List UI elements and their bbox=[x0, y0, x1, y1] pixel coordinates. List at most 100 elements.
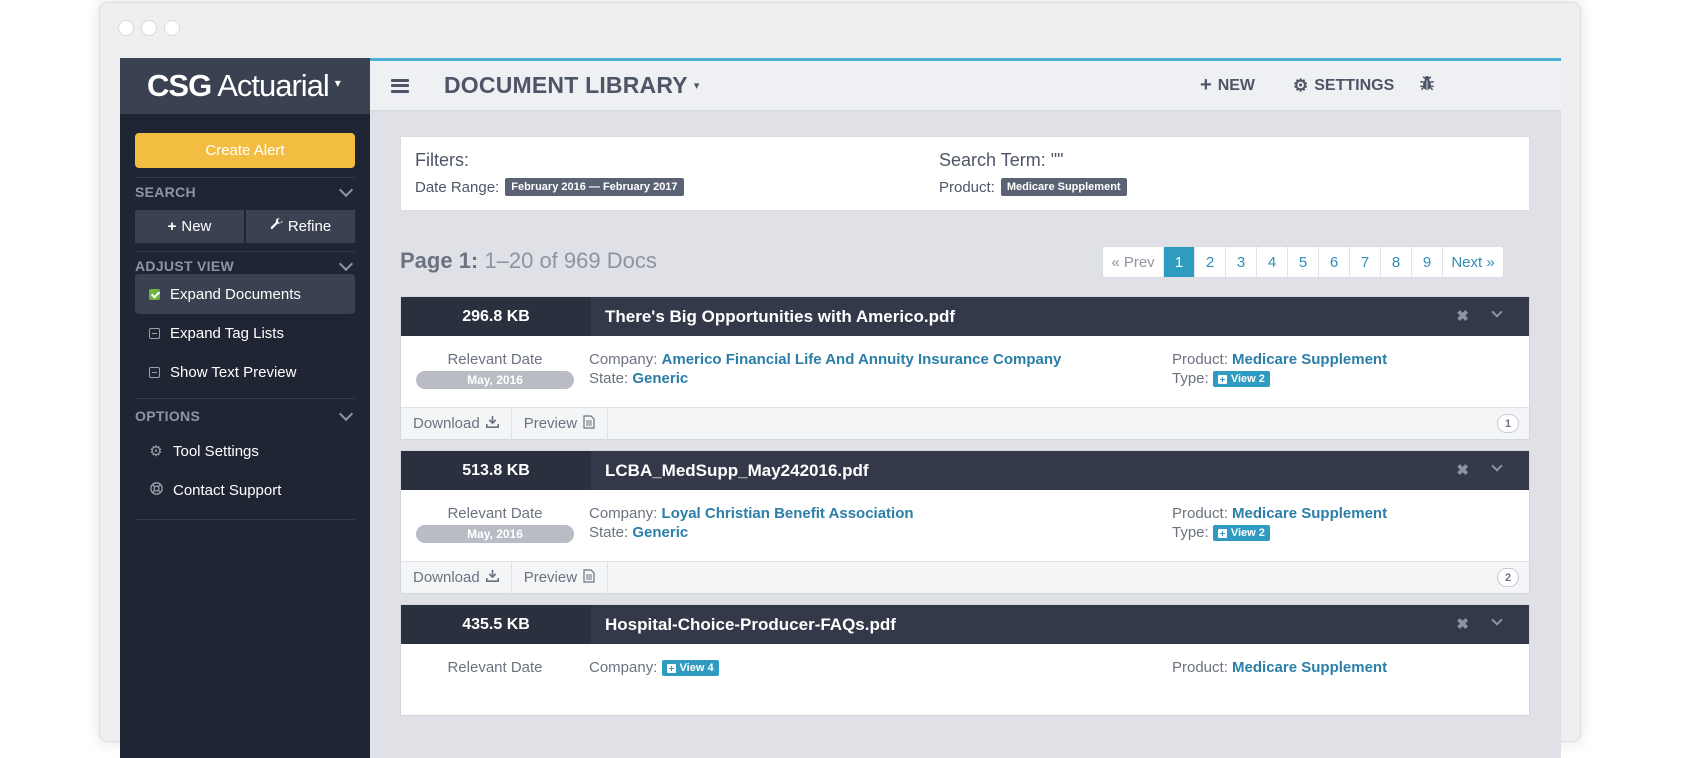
document-title[interactable]: LCBA_MedSupp_May242016.pdf bbox=[605, 461, 869, 481]
page-button-3[interactable]: 3 bbox=[1225, 247, 1256, 277]
download-button[interactable]: Download bbox=[401, 407, 512, 440]
page-button-2[interactable]: 2 bbox=[1194, 247, 1225, 277]
state-link[interactable]: Generic bbox=[632, 524, 688, 541]
download-icon bbox=[485, 569, 499, 586]
relevant-date: Relevant Date May, 2016 bbox=[416, 351, 574, 389]
download-button[interactable]: Download bbox=[401, 561, 512, 594]
brand-name-bold: CSG bbox=[147, 68, 212, 103]
next-page-button[interactable]: Next » bbox=[1442, 247, 1503, 277]
section-options-toggle[interactable]: OPTIONS bbox=[135, 406, 355, 426]
product-link[interactable]: Medicare Supplement bbox=[1232, 505, 1387, 522]
relevant-date: Relevant Date bbox=[416, 659, 574, 676]
bug-report-button[interactable] bbox=[1418, 74, 1436, 97]
date-range-tag[interactable]: February 2016 — February 2017 bbox=[505, 178, 684, 196]
type-tag-label: View 2 bbox=[1230, 527, 1265, 540]
contact-support-link[interactable]: Contact Support bbox=[135, 470, 355, 510]
company-link[interactable]: Loyal Christian Benefit Association bbox=[662, 505, 914, 522]
gear-icon: ⚙ bbox=[149, 443, 163, 460]
company-field: Company: Loyal Christian Benefit Associa… bbox=[589, 505, 914, 522]
plus-square-icon bbox=[666, 663, 676, 673]
product-tag[interactable]: Medicare Supplement bbox=[1000, 178, 1127, 196]
file-size: 513.8 KB bbox=[401, 451, 591, 490]
section-search-toggle[interactable]: SEARCH bbox=[135, 182, 355, 202]
chevron-down-icon[interactable] bbox=[1491, 614, 1503, 626]
document-title[interactable]: There's Big Opportunities with Americo.p… bbox=[605, 307, 955, 327]
option-show-text-preview[interactable]: Show Text Preview bbox=[135, 352, 355, 392]
caret-down-icon[interactable]: ▾ bbox=[694, 79, 700, 92]
prev-page-button[interactable]: « Prev bbox=[1103, 247, 1163, 277]
page-button-9[interactable]: 9 bbox=[1411, 247, 1442, 277]
divider bbox=[135, 177, 355, 178]
relevant-date-label: Relevant Date bbox=[447, 659, 543, 676]
type-expand-tag[interactable]: View 2 bbox=[1212, 371, 1270, 388]
state-field: State: Generic bbox=[589, 370, 688, 387]
file-size: 296.8 KB bbox=[401, 297, 591, 336]
close-icon[interactable]: ✖ bbox=[1456, 461, 1469, 479]
document-body: Relevant Date Company: View 4 Product: M… bbox=[401, 644, 1529, 715]
close-icon[interactable]: ✖ bbox=[1456, 307, 1469, 325]
section-heading: SEARCH bbox=[135, 184, 196, 200]
product-link[interactable]: Medicare Supplement bbox=[1232, 659, 1387, 676]
page-button-8[interactable]: 8 bbox=[1380, 247, 1411, 277]
date-range-label: Date Range: bbox=[415, 178, 500, 196]
settings-label: SETTINGS bbox=[1314, 76, 1395, 94]
new-search-label: New bbox=[181, 218, 212, 235]
brand-menu[interactable]: CSG Actuarial ▾ bbox=[120, 58, 370, 114]
new-document-label: NEW bbox=[1217, 76, 1256, 94]
company-field: Company: Americo Financial Life And Annu… bbox=[589, 351, 1061, 368]
preview-button[interactable]: Preview bbox=[512, 407, 609, 440]
close-icon[interactable]: ✖ bbox=[1456, 615, 1469, 633]
document-header: 296.8 KB There's Big Opportunities with … bbox=[401, 297, 1529, 336]
preview-button[interactable]: Preview bbox=[512, 561, 609, 594]
pagination: « Prev 1 2 3 4 5 6 7 8 9 Next » bbox=[1102, 246, 1504, 278]
page-button-1[interactable]: 1 bbox=[1163, 247, 1194, 277]
chevron-down-icon[interactable] bbox=[1491, 306, 1503, 318]
page-button-7[interactable]: 7 bbox=[1349, 247, 1380, 277]
option-expand-tag-lists[interactable]: Expand Tag Lists bbox=[135, 313, 355, 353]
company-link[interactable]: Americo Financial Life And Annuity Insur… bbox=[662, 351, 1062, 368]
download-label: Download bbox=[413, 569, 480, 586]
product-label: Product: bbox=[939, 178, 995, 196]
company-tag-label: View 4 bbox=[679, 662, 714, 675]
document-footer: Download Preview 2 bbox=[401, 561, 1529, 594]
company-field: Company: View 4 bbox=[589, 659, 719, 677]
preview-label: Preview bbox=[523, 415, 578, 432]
chevron-down-icon[interactable] bbox=[1491, 460, 1503, 472]
page-title[interactable]: DOCUMENT LIBRARY bbox=[444, 72, 688, 99]
company-label: Company: bbox=[589, 351, 658, 368]
settings-button[interactable]: ⚙ SETTINGS bbox=[1293, 76, 1394, 96]
app: CSG Actuarial ▾ Create Alert SEARCH + Ne… bbox=[120, 58, 1561, 758]
new-search-button[interactable]: + New bbox=[135, 210, 244, 243]
company-label: Company: bbox=[589, 659, 658, 676]
document-title[interactable]: Hospital-Choice-Producer-FAQs.pdf bbox=[605, 615, 896, 635]
create-alert-button[interactable]: Create Alert bbox=[135, 133, 355, 168]
type-field: Type: View 2 bbox=[1172, 370, 1270, 388]
product-field: Product: Medicare Supplement bbox=[1172, 351, 1387, 368]
window-close-dot[interactable] bbox=[118, 20, 134, 36]
download-label: Download bbox=[413, 415, 480, 432]
product-label: Product: bbox=[1172, 505, 1228, 522]
document-index-badge: 2 bbox=[1497, 568, 1519, 587]
file-icon bbox=[583, 414, 595, 433]
plus-square-icon bbox=[1217, 374, 1227, 384]
product-link[interactable]: Medicare Supplement bbox=[1232, 351, 1387, 368]
page-button-6[interactable]: 6 bbox=[1318, 247, 1349, 277]
type-expand-tag[interactable]: View 2 bbox=[1212, 525, 1270, 542]
bug-icon bbox=[1418, 74, 1436, 97]
refine-search-button[interactable]: Refine bbox=[246, 210, 355, 243]
hamburger-menu-icon[interactable] bbox=[391, 78, 409, 93]
product-filter: Product: Medicare Supplement bbox=[939, 178, 1127, 196]
option-expand-documents[interactable]: Expand Documents bbox=[135, 274, 355, 314]
new-document-button[interactable]: + NEW bbox=[1200, 74, 1255, 97]
date-range-filter: Date Range: February 2016 — February 201… bbox=[415, 178, 684, 196]
state-link[interactable]: Generic bbox=[632, 370, 688, 387]
window-maximize-dot[interactable] bbox=[164, 20, 180, 36]
document-body: Relevant Date May, 2016 Company: Loyal C… bbox=[401, 490, 1529, 561]
section-adjust-view-toggle[interactable]: ADJUST VIEW bbox=[135, 256, 355, 276]
page-button-4[interactable]: 4 bbox=[1256, 247, 1287, 277]
page-button-5[interactable]: 5 bbox=[1287, 247, 1318, 277]
window-minimize-dot[interactable] bbox=[141, 20, 157, 36]
tool-settings-link[interactable]: ⚙ Tool Settings bbox=[135, 431, 355, 471]
relevant-date-label: Relevant Date bbox=[447, 351, 543, 368]
company-expand-tag[interactable]: View 4 bbox=[661, 660, 719, 677]
